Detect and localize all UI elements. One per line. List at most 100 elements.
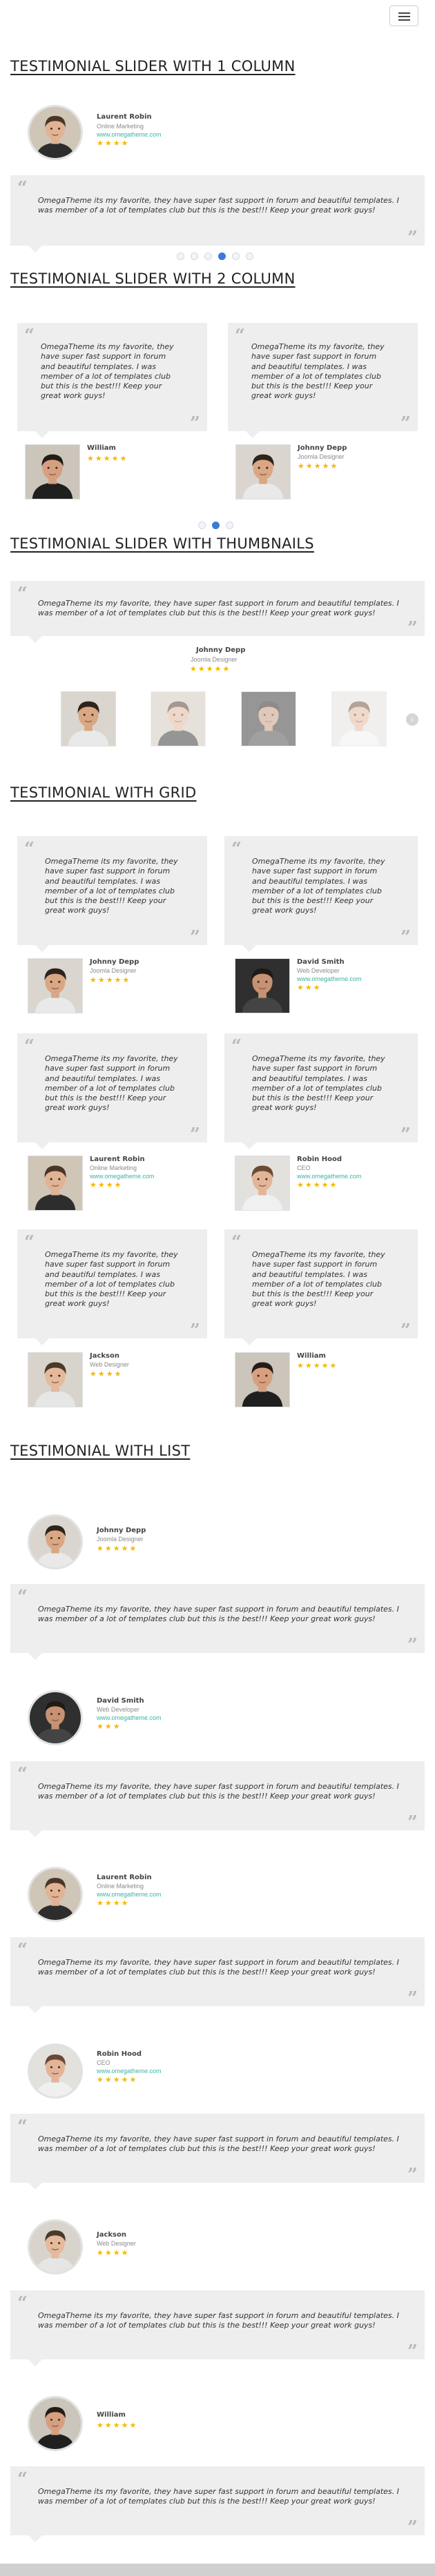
slider-dot[interactable] — [177, 252, 184, 260]
slider-dot[interactable] — [246, 252, 253, 260]
person-name: William — [297, 1352, 326, 1360]
footer-bar — [0, 2564, 435, 2576]
open-quote-icon: “ — [235, 326, 245, 346]
open-quote-icon: “ — [24, 1232, 35, 1253]
testimonial-text: OmegaTheme its my favorite, they have su… — [41, 342, 174, 401]
quote-box: “ ” OmegaTheme its my favorite, they hav… — [17, 836, 207, 952]
open-quote-icon: “ — [17, 1587, 28, 1607]
slider-dot[interactable] — [226, 522, 233, 529]
person-role: Joomla Designer — [298, 453, 345, 460]
quote-box: “ ” OmegaTheme its my favorite, they hav… — [224, 1229, 418, 1345]
slider-dot[interactable] — [218, 252, 226, 260]
close-quote-icon: ” — [190, 413, 200, 434]
testimonial-text: OmegaTheme its my favorite, they have su… — [45, 1054, 178, 1113]
quote-box: “ ” OmegaTheme its my favorite, they hav… — [228, 323, 418, 438]
person-name: Jackson — [90, 1352, 119, 1360]
testimonial-text: OmegaTheme its my favorite, they have su… — [38, 1958, 399, 1977]
star-rating: ★★★★★ — [87, 455, 128, 463]
testimonial-text: OmegaTheme its my favorite, they have su… — [252, 1250, 385, 1309]
slider-dot[interactable] — [212, 522, 220, 529]
avatar-laurent-robin — [28, 105, 83, 160]
close-quote-icon: ” — [407, 2165, 418, 2186]
person-website-link[interactable]: www.omegatheme.com — [97, 131, 162, 138]
person-website-link[interactable]: www.omegatheme.com — [97, 1714, 162, 1721]
person-role: CEO — [97, 2059, 110, 2066]
star-rating: ★★★★★ — [297, 1181, 338, 1189]
testimonial-text: OmegaTheme its my favorite, they have su… — [38, 2134, 399, 2154]
person-website-link[interactable]: www.omegatheme.com — [297, 1173, 362, 1180]
thumbnail-robin-hood[interactable] — [331, 691, 387, 746]
thumbnail-david-smith[interactable] — [241, 691, 296, 746]
person-role: Online Marketing — [97, 1883, 144, 1890]
avatar-laurent-robin — [28, 1867, 83, 1922]
testimonial-text: OmegaTheme its my favorite, they have su… — [45, 1250, 178, 1309]
close-quote-icon: ” — [190, 927, 200, 948]
quote-box: “ ” OmegaTheme its my favorite, they hav… — [10, 1761, 425, 1837]
person-role: Joomla Designer — [191, 656, 238, 663]
avatar-johnny-depp — [28, 1514, 83, 1569]
open-quote-icon: “ — [231, 839, 242, 860]
avatar-william — [25, 444, 80, 499]
close-quote-icon: ” — [407, 228, 418, 248]
close-quote-icon: ” — [407, 2517, 418, 2538]
person-name: Johnny Depp — [97, 1527, 146, 1534]
close-quote-icon: ” — [400, 413, 411, 434]
slider-dot[interactable] — [204, 252, 212, 260]
testimonial-text: OmegaTheme its my favorite, they have su… — [45, 857, 178, 915]
testimonial-text: OmegaTheme its my favorite, they have su… — [252, 857, 385, 915]
close-quote-icon: ” — [407, 2341, 418, 2362]
testimonial-text: OmegaTheme its my favorite, they have su… — [38, 2311, 399, 2330]
person-name: Johnny Depp — [90, 958, 139, 966]
slider-next-button[interactable]: › — [406, 713, 418, 726]
person-website-link[interactable]: www.omegatheme.com — [297, 975, 362, 982]
person-name: Johnny Depp — [298, 444, 347, 452]
slider-dot[interactable] — [232, 252, 240, 260]
quote-box: “ ” OmegaTheme its my favorite, they hav… — [17, 1033, 207, 1149]
person-role: Joomla Designer — [97, 1536, 144, 1543]
testimonial-text: OmegaTheme its my favorite, they have su… — [38, 2487, 399, 2506]
slider-dot[interactable] — [198, 522, 206, 529]
person-name: Jackson — [97, 2231, 126, 2239]
star-rating: ★★★ — [297, 984, 322, 992]
star-rating: ★★★★ — [90, 1370, 123, 1378]
hamburger-icon — [398, 12, 410, 14]
thumbnail-laurent-robin[interactable] — [151, 691, 206, 746]
person-website-link[interactable]: www.omegatheme.com — [97, 2068, 162, 2074]
star-rating: ★★★★★ — [190, 665, 231, 673]
person-website-link[interactable]: www.omegatheme.com — [97, 1891, 162, 1898]
star-rating: ★★★★★ — [97, 2421, 138, 2430]
avatar-david-smith — [235, 958, 290, 1013]
avatar-johnny-depp — [235, 444, 291, 499]
quote-box: “ ” OmegaTheme its my favorite, they hav… — [224, 836, 418, 952]
quote-box: “ ” OmegaTheme its my favorite, they hav… — [224, 1033, 418, 1149]
quote-box: “ ” OmegaTheme its my favorite, they hav… — [10, 1937, 425, 2013]
section-title-thumbnails: TESTIMONIAL SLIDER WITH THUMBNAILS — [10, 535, 314, 552]
hamburger-menu-button[interactable] — [389, 6, 418, 26]
open-quote-icon: “ — [24, 326, 35, 346]
person-role: Online Marketing — [97, 123, 144, 130]
person-role: Web Developer — [297, 967, 340, 974]
person-name: David Smith — [97, 1697, 144, 1705]
section-title-list: TESTIMONIAL WITH LIST — [10, 1443, 191, 1459]
person-name: Johnny Depp — [196, 646, 246, 654]
testimonial-text: OmegaTheme its my favorite, they have su… — [38, 1605, 399, 1624]
person-name: Laurent Robin — [97, 113, 152, 121]
person-role: Joomla Designer — [90, 967, 137, 974]
person-name: William — [97, 2411, 126, 2419]
star-rating: ★★★★★ — [97, 1545, 138, 1553]
open-quote-icon: “ — [17, 2469, 28, 2490]
avatar-laurent-robin — [28, 1156, 83, 1211]
quote-box: “ ” OmegaTheme its my favorite, they hav… — [10, 1584, 425, 1660]
star-rating: ★★★★ — [97, 1899, 130, 1908]
close-quote-icon: ” — [400, 927, 411, 948]
slider-dot[interactable] — [191, 252, 198, 260]
person-website-link[interactable]: www.omegatheme.com — [90, 1173, 155, 1180]
star-rating: ★★★★ — [97, 139, 130, 148]
thumbnail-johnny-depp[interactable] — [61, 691, 116, 746]
section-title-1-column: TESTIMONIAL SLIDER WITH 1 COLUMN — [10, 58, 296, 75]
close-quote-icon: ” — [190, 1124, 200, 1145]
top-bar — [0, 0, 435, 30]
quote-box: “ ” OmegaTheme its my favorite, they hav… — [17, 323, 207, 438]
person-role: Web Designer — [90, 1361, 129, 1368]
close-quote-icon: ” — [400, 1320, 411, 1341]
